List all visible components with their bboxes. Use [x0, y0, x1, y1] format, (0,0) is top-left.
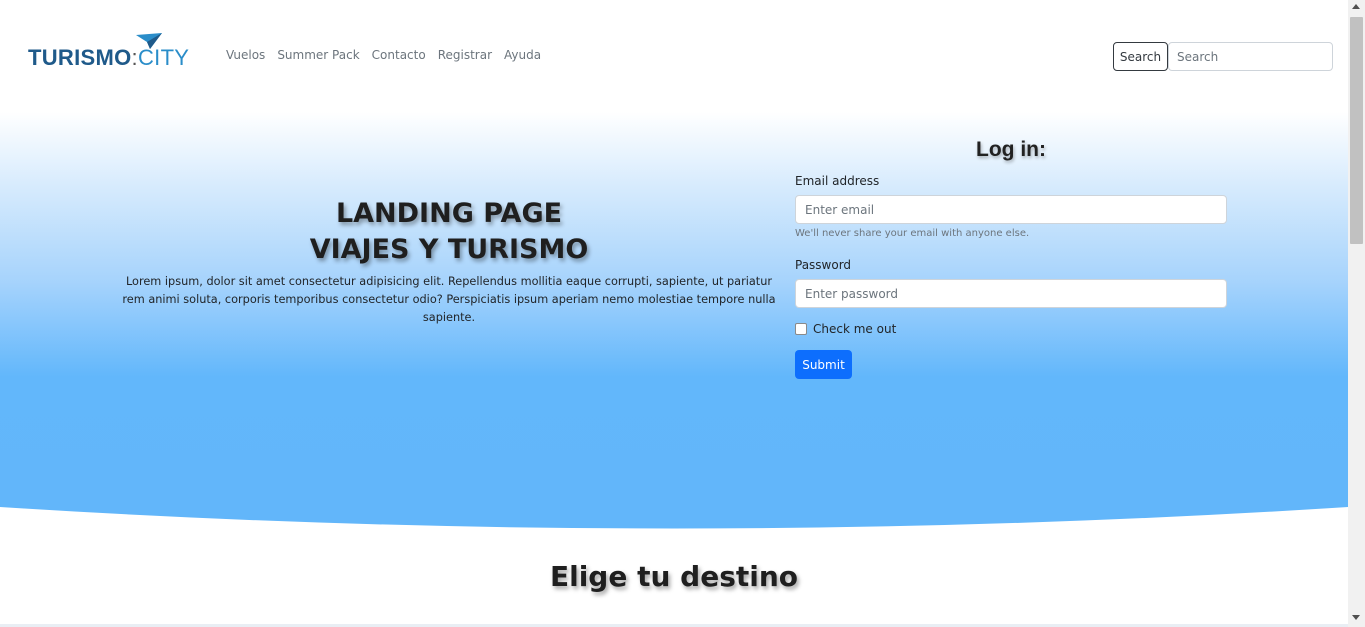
- brand-name-bold: TURISMO: [28, 45, 132, 70]
- search-input[interactable]: [1168, 42, 1333, 71]
- hero-title-line2: VIAJES Y TURISMO: [309, 234, 589, 265]
- nav-link-vuelos[interactable]: Vuelos: [226, 48, 265, 62]
- scroll-thumb[interactable]: [1350, 17, 1363, 244]
- email-label: Email address: [795, 174, 880, 188]
- brand-name-light: CITY: [137, 45, 190, 70]
- nav-link-summer-pack[interactable]: Summer Pack: [277, 48, 359, 62]
- nav-link-ayuda[interactable]: Ayuda: [504, 48, 541, 62]
- page-scrollbar[interactable]: [1348, 0, 1365, 627]
- check-me-out-checkbox[interactable]: [795, 323, 807, 335]
- brand-name: TURISMO:CITY: [28, 45, 190, 70]
- hero-description: Lorem ipsum, dolor sit amet consectetur …: [122, 275, 776, 324]
- hero-title-line1: LANDING PAGE: [335, 198, 563, 229]
- scroll-up-arrow-icon[interactable]: [1352, 4, 1360, 9]
- check-me-out-row: Check me out: [795, 322, 896, 336]
- brand-logo[interactable]: TURISMO:CITY: [28, 33, 190, 75]
- navbar: TURISMO:CITY Vuelos Summer Pack Contacto…: [0, 0, 1348, 112]
- section-title: Elige tu destino: [549, 560, 799, 593]
- nav-link-registrar[interactable]: Registrar: [438, 48, 492, 62]
- hero-wave-divider: [0, 507, 1348, 535]
- submit-button[interactable]: Submit: [795, 350, 852, 379]
- scroll-down-arrow-icon[interactable]: [1352, 615, 1360, 620]
- login-title: Log in:: [976, 138, 1046, 161]
- email-field[interactable]: [795, 195, 1227, 224]
- nav-link-contacto[interactable]: Contacto: [372, 48, 426, 62]
- hero-title: LANDING PAGE VIAJES Y TURISMO: [120, 196, 778, 268]
- password-field[interactable]: [795, 279, 1227, 308]
- password-label: Password: [795, 258, 852, 272]
- email-help-text: We'll never share your email with anyone…: [795, 228, 1030, 239]
- nav-links: Vuelos Summer Pack Contacto Registrar Ay…: [226, 48, 541, 62]
- check-me-out-label[interactable]: Check me out: [813, 322, 896, 336]
- search-button[interactable]: Search: [1113, 42, 1168, 71]
